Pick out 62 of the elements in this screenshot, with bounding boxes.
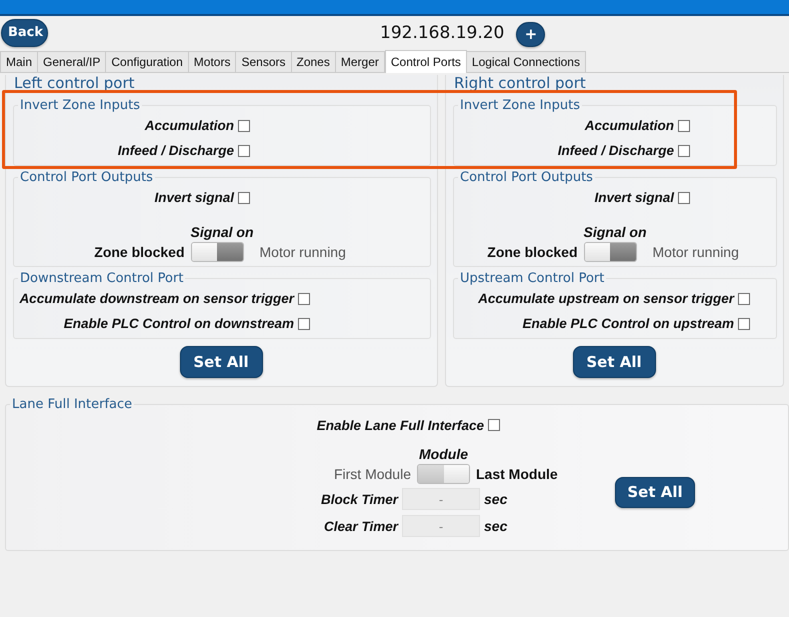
tab[interactable]: Logical Connections: [466, 51, 586, 72]
timer-label: Clear Timer: [322, 518, 398, 534]
checkbox-label: Enable Lane Full Interface: [316, 418, 484, 432]
timer-label: Block Timer: [320, 492, 398, 506]
tab[interactable]: Main: [0, 51, 38, 72]
toggle-caption: Signal on: [190, 224, 254, 240]
toggle-switch[interactable]: [190, 242, 244, 262]
group-title: Invert Zone Inputs: [19, 98, 142, 113]
group-title: Lane Full Interface: [11, 397, 134, 412]
add-button[interactable]: +: [516, 22, 546, 46]
group-title: Upstream Control Port: [459, 271, 606, 286]
device-address-title: 192.168.19.20: [380, 22, 504, 42]
checkbox[interactable]: [238, 192, 250, 204]
section-title: Left control port: [14, 75, 136, 92]
toggle-option-label: Motor running: [260, 244, 346, 260]
tab[interactable]: Motors: [188, 51, 236, 72]
checkbox-label: Accumulate upstream on sensor trigger: [477, 291, 734, 306]
checkbox-label: Accumulation: [144, 118, 234, 133]
toggle-caption: Signal on: [584, 224, 646, 240]
toggle-option-label: First Module: [334, 466, 411, 482]
toggle-option-label: Zone blocked: [487, 244, 578, 260]
checkbox-label: Enable PLC Control on downstream: [62, 316, 294, 331]
checkbox[interactable]: [298, 318, 310, 330]
checkbox-label: Infeed / Discharge: [116, 143, 234, 158]
set-all-button[interactable]: Set All: [180, 346, 262, 378]
toggle-switch[interactable]: [417, 464, 470, 484]
checkbox[interactable]: [678, 144, 690, 156]
tab[interactable]: Control Ports: [384, 50, 467, 73]
checkbox-label: Invert signal: [153, 190, 234, 205]
checkbox-label: Invert signal: [593, 190, 674, 205]
group-title: Invert Zone Inputs: [459, 98, 582, 113]
toggle-switch[interactable]: [584, 242, 636, 262]
set-all-button[interactable]: Set All: [615, 476, 695, 508]
tab[interactable]: General/IP: [38, 51, 106, 72]
checkbox[interactable]: [738, 292, 750, 304]
set-all-button[interactable]: Set All: [572, 346, 656, 378]
tab[interactable]: Sensors: [236, 51, 292, 72]
group-title: Control Port Outputs: [459, 170, 594, 185]
group-title: Downstream Control Port: [19, 271, 184, 286]
checkbox-label: Enable PLC Control on upstream: [521, 316, 734, 331]
checkbox-label: Accumulation: [584, 118, 674, 133]
checkbox[interactable]: [238, 144, 250, 156]
group-title: Control Port Outputs: [19, 170, 154, 185]
checkbox-label: Infeed / Discharge: [556, 143, 674, 158]
toggle-option-label: Zone blocked: [94, 244, 184, 260]
checkbox[interactable]: [298, 292, 310, 304]
unit-label: sec: [484, 518, 508, 534]
unit-label: sec: [484, 491, 508, 507]
checkbox[interactable]: [488, 419, 500, 431]
toggle-option-label: Motor running: [652, 244, 739, 260]
checkbox[interactable]: [678, 120, 690, 132]
back-button[interactable]: Back: [1, 18, 48, 46]
checkbox[interactable]: [738, 318, 750, 330]
checkbox-label: Accumulate downstream on sensor trigger: [18, 291, 294, 306]
checkbox[interactable]: [678, 192, 690, 204]
toggle-option-label: Last Module: [476, 466, 558, 482]
checkbox[interactable]: [238, 120, 250, 132]
section-title: Right control port: [454, 75, 587, 92]
toggle-caption: Module: [418, 446, 469, 462]
tab[interactable]: Zones: [292, 51, 336, 72]
tab[interactable]: Configuration: [106, 51, 189, 72]
tab[interactable]: Merger: [336, 51, 385, 72]
